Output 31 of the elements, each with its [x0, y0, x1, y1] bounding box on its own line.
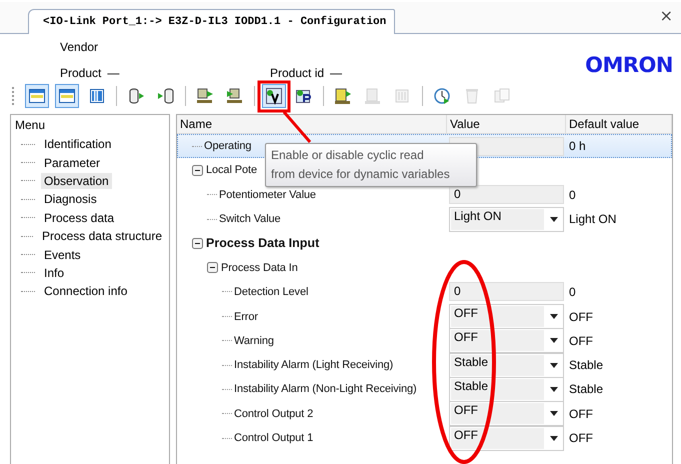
- menu-title: Menu: [15, 118, 46, 132]
- property-name: Switch Value: [219, 213, 281, 226]
- product-value: —: [107, 66, 120, 80]
- property-name: Control Output 2: [234, 408, 314, 420]
- default-value: OFF: [569, 406, 593, 421]
- default-value: OFF: [569, 310, 593, 324]
- default-value: 0 h: [569, 139, 586, 154]
- tooltip: Enable or disable cyclic read from device for dynamic variables: [265, 143, 477, 187]
- property-name: Detection Level: [234, 286, 308, 298]
- property-name: Error: [234, 310, 258, 323]
- logo: OMRON: [585, 53, 673, 77]
- property-name: Operating: [204, 140, 252, 152]
- property-name: Instability Alarm (Non-Light Receiving): [234, 383, 417, 396]
- property-name: Instability Alarm (Light Receiving): [234, 359, 394, 372]
- product-label: Product: [60, 66, 102, 80]
- default-value: Light ON: [569, 212, 616, 226]
- property-name: Warning: [234, 334, 274, 347]
- property-name: Process Data In: [221, 262, 298, 274]
- default-value: Stable: [569, 358, 604, 372]
- product-id-label: Product id: [270, 66, 324, 80]
- property-name: Control Output 1: [234, 432, 314, 444]
- default-value: 0: [569, 284, 576, 299]
- default-value: OFF: [569, 431, 593, 446]
- property-name: Local Pote: [206, 164, 257, 176]
- property-name: Process Data Input: [206, 236, 320, 250]
- vendor-label: Vendor: [60, 40, 100, 54]
- default-value: OFF: [569, 334, 593, 348]
- product-id-value: —: [330, 66, 342, 80]
- property-name: Potentiometer Value: [219, 188, 316, 201]
- default-value: Stable: [569, 382, 604, 396]
- default-value: 0: [569, 188, 576, 202]
